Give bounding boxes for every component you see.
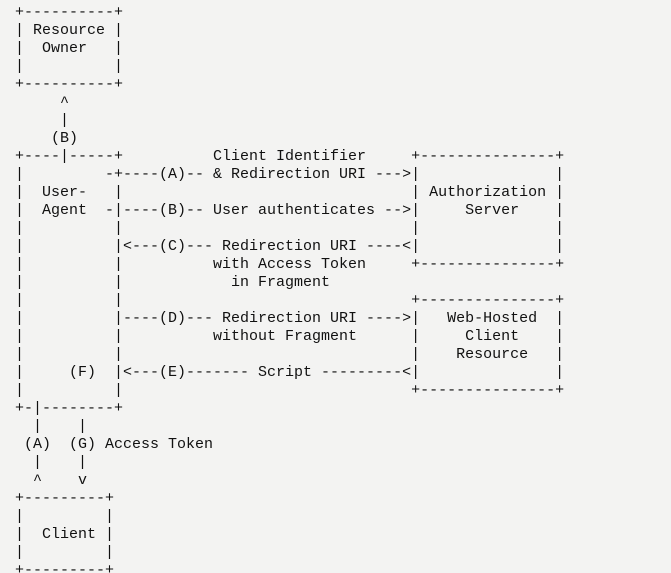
oauth-implicit-ascii-diagram: +----------+ | Resource | | Owner | | | … xyxy=(0,0,671,573)
